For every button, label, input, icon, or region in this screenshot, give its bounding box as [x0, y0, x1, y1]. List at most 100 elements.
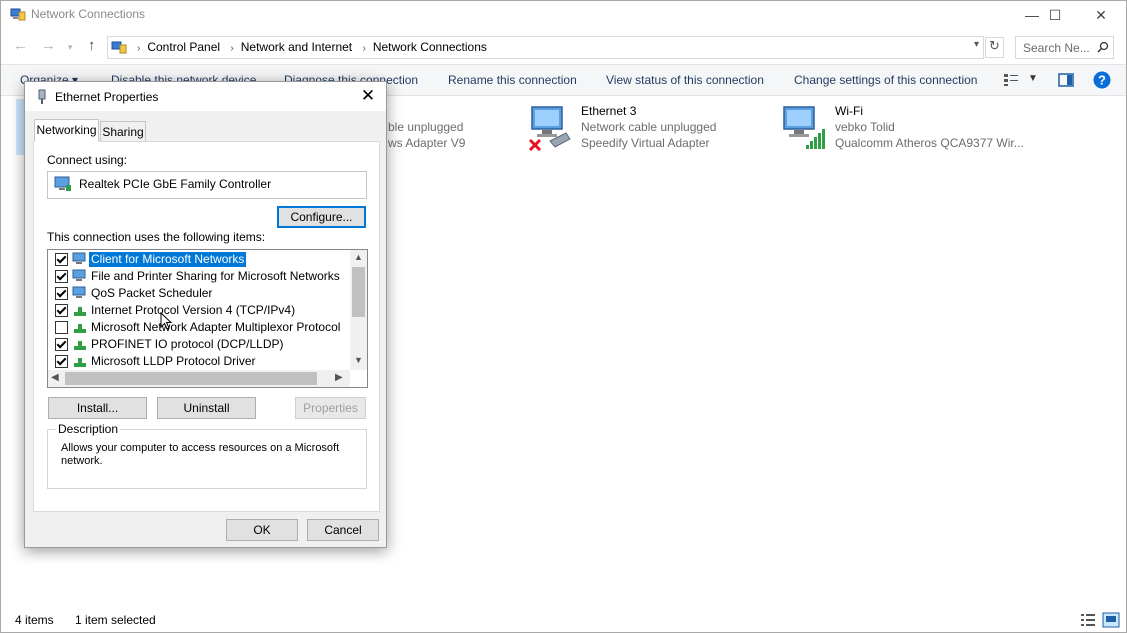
item-checkbox[interactable]	[55, 253, 68, 266]
dialog-title: Ethernet Properties	[55, 90, 159, 104]
search-placeholder: Search Ne...	[1023, 41, 1090, 55]
description-text: Allows your computer to access resources…	[61, 442, 340, 467]
breadcrumb-separator-icon: ›	[230, 43, 234, 54]
horizontal-scrollbar[interactable]: ◀ ▶	[48, 370, 350, 387]
mouse-cursor-icon	[160, 312, 173, 330]
search-icon	[1097, 41, 1109, 53]
maximize-button[interactable]: ☐	[1032, 1, 1078, 30]
ethernet-disconnected-icon	[528, 106, 571, 151]
selected-count: 1 item selected	[75, 613, 156, 627]
item-checkbox[interactable]	[55, 287, 68, 300]
network-folder-icon	[10, 8, 26, 21]
connection-adapter: Speedify Virtual Adapter	[581, 136, 710, 150]
ok-button[interactable]: OK	[226, 519, 298, 541]
items-label: This connection uses the following items…	[47, 230, 266, 244]
list-item-label: File and Printer Sharing for Microsoft N…	[91, 269, 340, 283]
scroll-down-icon[interactable]: ▼	[354, 355, 363, 365]
change-settings-button[interactable]: Change settings of this connection	[794, 73, 977, 87]
window-title: Network Connections	[31, 7, 146, 21]
network-protocol-icon	[74, 307, 86, 316]
vertical-scrollbar[interactable]: ▲ ▼	[350, 250, 367, 370]
item-checkbox[interactable]	[55, 355, 68, 368]
list-item[interactable]: Client for Microsoft Networks	[48, 251, 350, 268]
list-item[interactable]: File and Printer Sharing for Microsoft N…	[48, 268, 350, 285]
network-service-icon	[72, 269, 86, 281]
list-item-label: Internet Protocol Version 4 (TCP/IPv4)	[91, 303, 296, 317]
breadcrumb: › Control Panel › Network and Internet › Ne…	[130, 40, 487, 54]
connection-status: Network cable unplugged	[581, 120, 717, 134]
properties-button[interactable]: Properties	[295, 397, 366, 419]
connection-item-ethernet-3[interactable]: Ethernet 3 Network cable unplugged Speed…	[528, 101, 758, 157]
list-item-label: Microsoft LLDP Protocol Driver	[91, 354, 256, 368]
close-button[interactable]: ✕	[1078, 1, 1124, 30]
breadcrumb-separator-icon: ›	[137, 43, 141, 54]
rename-connection-button[interactable]: Rename this connection	[448, 73, 577, 87]
scroll-up-icon[interactable]: ▲	[354, 252, 363, 262]
list-item[interactable]: QoS Packet Scheduler	[48, 285, 350, 302]
wifi-icon	[783, 106, 825, 149]
connection-status: vebko Tolid	[835, 120, 895, 134]
dialog-close-icon[interactable]: ✕	[356, 85, 380, 107]
item-checkbox[interactable]	[55, 304, 68, 317]
search-input[interactable]: Search Ne...	[1015, 36, 1114, 59]
list-item[interactable]: Internet Protocol Version 4 (TCP/IPv4)	[48, 302, 350, 319]
connection-status: ble unplugged	[388, 120, 464, 134]
connection-item-wifi[interactable]: Wi-Fi vebko Tolid Qualcomm Atheros QCA93…	[782, 101, 1042, 157]
description-group: Description Allows your computer to acce…	[47, 422, 367, 489]
scroll-left-icon[interactable]: ◀	[51, 372, 59, 383]
scroll-right-icon[interactable]: ▶	[335, 372, 343, 383]
install-button[interactable]: Install...	[48, 397, 147, 419]
item-checkbox[interactable]	[55, 270, 68, 283]
list-item-label: QoS Packet Scheduler	[91, 286, 213, 300]
large-icons-view-icon[interactable]	[1102, 612, 1120, 628]
view-options-icon[interactable]	[1003, 73, 1019, 87]
item-checkbox[interactable]	[55, 321, 68, 334]
breadcrumb-separator-icon: ›	[362, 43, 366, 54]
breadcrumb-control-panel[interactable]: Control Panel	[147, 40, 220, 54]
tab-sharing[interactable]: Sharing	[100, 121, 146, 142]
ethernet-properties-dialog: Ethernet Properties ✕ Networking Sharing…	[24, 81, 387, 548]
details-view-icon[interactable]	[1080, 613, 1096, 627]
cancel-button[interactable]: Cancel	[307, 519, 379, 541]
list-item[interactable]: PROFINET IO protocol (DCP/LLDP)	[48, 336, 350, 353]
network-protocol-icon	[74, 341, 86, 350]
list-item-label: Microsoft Network Adapter Multiplexor Pr…	[91, 320, 341, 334]
preview-pane-icon[interactable]	[1058, 73, 1074, 87]
help-icon[interactable]: ?	[1093, 71, 1111, 89]
uninstall-button[interactable]: Uninstall	[157, 397, 256, 419]
connection-adapter: Qualcomm Atheros QCA9377 Wir...	[835, 136, 1024, 150]
view-status-button[interactable]: View status of this connection	[606, 73, 764, 87]
tab-networking[interactable]: Networking	[34, 119, 99, 142]
network-client-icon	[72, 252, 86, 264]
item-checkbox[interactable]	[55, 338, 68, 351]
back-arrow-icon[interactable]: ←	[13, 37, 28, 54]
address-dropdown-icon[interactable]: ▾	[974, 39, 979, 50]
connection-name: Wi-Fi	[835, 104, 863, 118]
network-protocol-icon	[74, 358, 86, 367]
recent-chevron-icon[interactable]: ▾	[68, 42, 73, 53]
address-bar[interactable]: › Control Panel › Network and Internet › Ne…	[107, 36, 984, 59]
forward-arrow-icon[interactable]: →	[41, 37, 56, 54]
configure-button[interactable]: Configure...	[277, 206, 366, 228]
breadcrumb-network-connections[interactable]: Network Connections	[373, 40, 487, 54]
up-arrow-icon[interactable]: ↑	[88, 37, 96, 54]
list-item-label: PROFINET IO protocol (DCP/LLDP)	[91, 337, 284, 351]
list-item[interactable]: Microsoft Network Adapter Multiplexor Pr…	[48, 319, 350, 336]
title-bar: Network Connections — ☐ ✕	[1, 1, 1126, 30]
view-dropdown-icon[interactable]: ▼	[1028, 73, 1038, 84]
adapter-field: Realtek PCIe GbE Family Controller	[47, 171, 367, 199]
scrollbar-thumb[interactable]	[352, 267, 365, 317]
refresh-icon[interactable]: ↻	[985, 37, 1004, 58]
scrollbar-thumb[interactable]	[65, 372, 317, 385]
breadcrumb-network-and-internet[interactable]: Network and Internet	[241, 40, 352, 54]
address-row: ← → ▾ ↑ › Control Panel › Network and Inte…	[1, 34, 1126, 60]
adapter-name: Realtek PCIe GbE Family Controller	[79, 177, 272, 191]
dialog-title-bar: Ethernet Properties ✕	[25, 82, 386, 111]
component-list[interactable]: Client for Microsoft Networks File and P…	[47, 249, 368, 388]
list-item-label: Client for Microsoft Networks	[89, 252, 247, 267]
connect-using-label: Connect using:	[47, 153, 128, 167]
items-count: 4 items	[15, 613, 54, 627]
connection-name: Ethernet 3	[581, 104, 637, 118]
networking-panel: Connect using: Realtek PCIe GbE Family C…	[33, 141, 380, 512]
list-item[interactable]: Microsoft LLDP Protocol Driver	[48, 353, 350, 370]
